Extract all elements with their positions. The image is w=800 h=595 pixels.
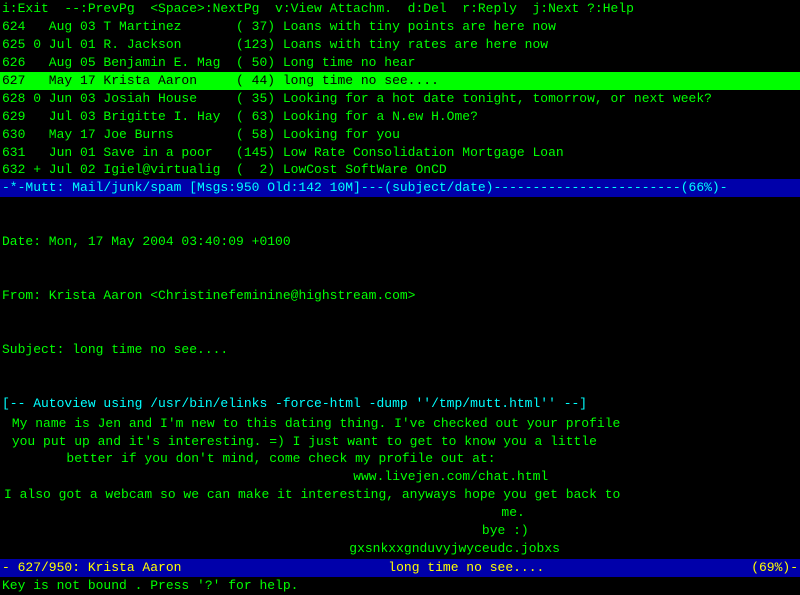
table-row[interactable]: 630 May 17 Joe Burns ( 58) Looking for y… (0, 126, 800, 144)
autoview-bar: [-- Autoview using /usr/bin/elinks -forc… (0, 395, 800, 413)
bottom-status-right: (69%)- (751, 559, 798, 577)
bottom-status-left: - 627/950: Krista Aaron (2, 559, 181, 577)
table-row[interactable]: 625 0 Jul 01 R. Jackson (123) Loans with… (0, 36, 800, 54)
table-row[interactable]: 627 May 17 Krista Aaron ( 44) long time … (0, 72, 800, 90)
table-row[interactable]: 624 Aug 03 T Martinez ( 37) Loans with t… (0, 18, 800, 36)
mutt-email-client: i:Exit --:PrevPg <Space>:NextPg v:View A… (0, 0, 800, 595)
key-hint: Key is not bound . Press '?' for help. (0, 577, 800, 595)
header-date: Date: Mon, 17 May 2004 03:40:09 +0100 (2, 233, 798, 251)
email-headers: Date: Mon, 17 May 2004 03:40:09 +0100 Fr… (0, 197, 800, 394)
email-list: 624 Aug 03 T Martinez ( 37) Loans with t… (0, 18, 800, 179)
header-from: From: Krista Aaron <Christinefeminine@hi… (2, 287, 798, 305)
table-row[interactable]: 628 0 Jun 03 Josiah House ( 35) Looking … (0, 90, 800, 108)
table-row[interactable]: 631 Jun 01 Save in a poor (145) Low Rate… (0, 144, 800, 162)
list-item: I also got a webcam so we can make it in… (4, 486, 796, 504)
list-item: you put up and it's interesting. =) I ju… (4, 433, 796, 451)
email-body: My name is Jen and I'm new to this datin… (0, 413, 800, 560)
list-item: bye :) (4, 522, 796, 540)
table-row[interactable]: 629 Jul 03 Brigitte I. Hay ( 63) Looking… (0, 108, 800, 126)
top-menu-bar[interactable]: i:Exit --:PrevPg <Space>:NextPg v:View A… (0, 0, 800, 18)
list-item: www.livejen.com/chat.html (4, 468, 796, 486)
list-item: better if you don't mind, come check my … (4, 450, 796, 468)
header-subject: Subject: long time no see.... (2, 341, 798, 359)
bottom-status-middle: long time no see.... (181, 559, 751, 577)
table-row[interactable]: 626 Aug 05 Benjamin E. Mag ( 50) Long ti… (0, 54, 800, 72)
table-row[interactable]: 632 + Jul 02 Igiel@virtualig ( 2) LowCos… (0, 161, 800, 179)
bottom-status-bar: - 627/950: Krista Aaron long time no see… (0, 559, 800, 577)
list-item: gxsnkxxgnduvyjwyceudc.jobxs (4, 540, 796, 558)
folder-status-bar: -*-Mutt: Mail/junk/spam [Msgs:950 Old:14… (0, 179, 800, 197)
list-item: me. (4, 504, 796, 522)
list-item: My name is Jen and I'm new to this datin… (4, 415, 796, 433)
